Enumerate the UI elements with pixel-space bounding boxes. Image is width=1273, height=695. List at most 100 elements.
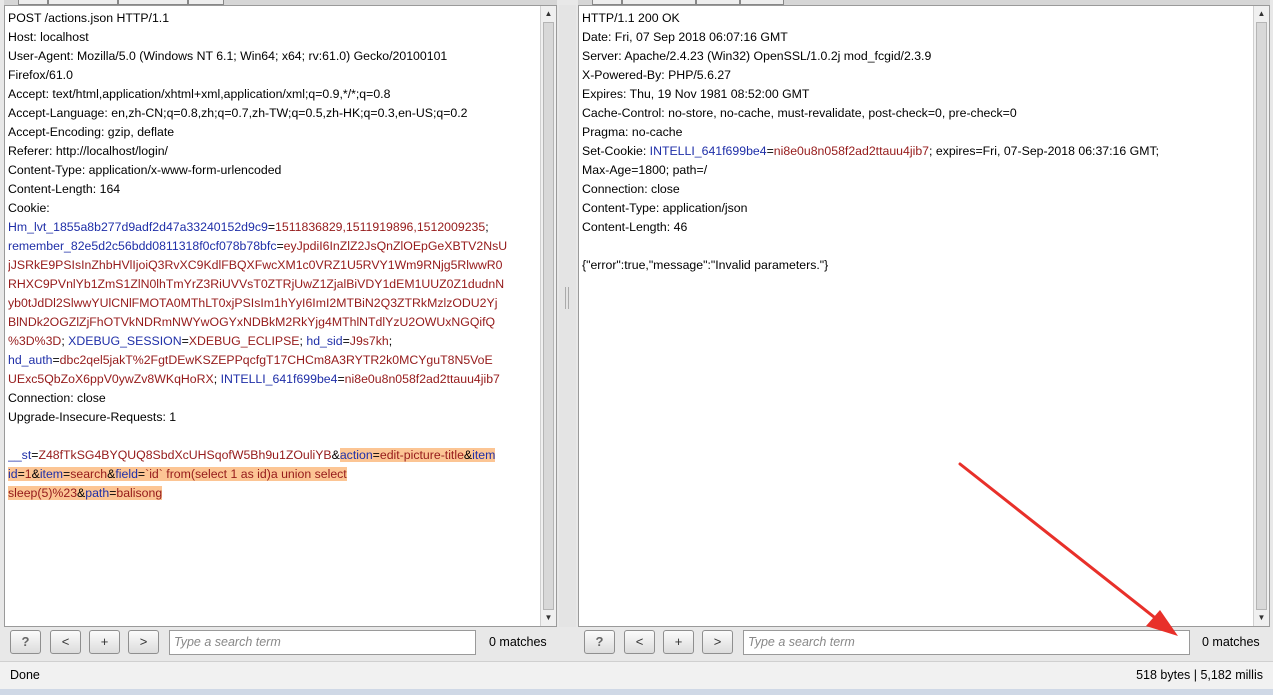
text-segment: Content-Type: application/x-www-form-url…	[8, 163, 282, 177]
request-line: POST /actions.json HTTP/1.1	[8, 9, 538, 28]
text-segment: Accept: text/html,application/xhtml+xml,…	[8, 87, 391, 101]
request-line: Accept-Encoding: gzip, deflate	[8, 123, 538, 142]
search-input[interactable]: Type a search term	[743, 630, 1190, 655]
param-value: sleep(5)%23	[8, 486, 78, 500]
request-line: Firefox/61.0	[8, 66, 538, 85]
text-segment: POST /actions.json HTTP/1.1	[8, 11, 170, 25]
text-segment: =	[372, 448, 380, 462]
help-button[interactable]: ?	[584, 630, 615, 654]
text-segment: =	[766, 144, 774, 158]
request-line: remember_82e5d2c56bdd0811318f0cf078b78bf…	[8, 237, 538, 256]
text-segment: =	[337, 372, 345, 386]
request-line: Connection: close	[8, 389, 538, 408]
request-line: %3D%3D; XDEBUG_SESSION=XDEBUG_ECLIPSE; h…	[8, 332, 538, 351]
request-line: sleep(5)%23&path=balisong	[8, 484, 538, 503]
window-bottom-edge	[0, 689, 1273, 695]
param-value: BlNDk2OGZlZjFhOTVkNDRmNWYwOGYxNDBkM2RkYj…	[8, 315, 496, 329]
param-value: jJSRkE9PSIsInZhbHVlIjoiQ3RvXC9KdlFBQXFwc…	[8, 258, 503, 272]
response-line: Cache-Control: no-store, no-cache, must-…	[582, 104, 1251, 123]
text-segment: HTTP/1.1 200 OK	[582, 11, 680, 25]
param-name: path	[85, 486, 110, 500]
text-segment: &	[463, 448, 473, 462]
response-scrollbar[interactable]: ▲ ▼	[1253, 6, 1269, 626]
request-line: User-Agent: Mozilla/5.0 (Windows NT 6.1;…	[8, 47, 538, 66]
scroll-down-icon[interactable]: ▼	[541, 611, 556, 625]
request-pane[interactable]: POST /actions.json HTTP/1.1 Host: localho…	[4, 5, 557, 627]
scroll-up-icon[interactable]: ▲	[541, 7, 556, 21]
match-count: 0 matches	[1202, 635, 1260, 649]
text-segment: {"error":true,"message":"Invalid paramet…	[582, 258, 829, 272]
request-line: Content-Type: application/x-www-form-url…	[8, 161, 538, 180]
param-name: Hm_lvt_1855a8b277d9adf2d47a33240152d9c9	[8, 220, 268, 234]
previous-match-button[interactable]: <	[624, 630, 655, 654]
response-line: Content-Type: application/json	[582, 199, 1251, 218]
text-segment: Content-Length: 164	[8, 182, 121, 196]
text-segment: =	[267, 220, 276, 234]
response-line: Connection: close	[582, 180, 1251, 199]
previous-match-button[interactable]: <	[50, 630, 81, 654]
scroll-down-icon[interactable]: ▼	[1254, 611, 1269, 625]
next-match-button[interactable]: >	[702, 630, 733, 654]
search-input[interactable]: Type a search term	[169, 630, 476, 655]
text-segment: ;	[213, 372, 221, 386]
param-value: 1	[24, 467, 32, 481]
status-text: Done	[10, 668, 40, 682]
text-segment: Server: Apache/2.4.23 (Win32) OpenSSL/1.…	[582, 49, 932, 63]
response-line: Pragma: no-cache	[582, 123, 1251, 142]
text-segment: Max-Age=1800; path=/	[582, 163, 708, 177]
request-line: hd_auth=dbc2qel5jakT%2FgtDEwKSZEPPqcfgT1…	[8, 351, 538, 370]
request-line: yb0tJdDl2SlwwYUlCNlFMOTA0MThLT0xjPSIsIm1…	[8, 294, 538, 313]
request-scrollbar[interactable]: ▲ ▼	[540, 6, 556, 626]
param-name: field	[115, 467, 138, 481]
param-name: INTELLI_641f699be4	[649, 144, 767, 158]
param-name: INTELLI_641f699be4	[220, 372, 338, 386]
param-name: item	[472, 448, 496, 462]
splitter-grip-icon[interactable]	[565, 287, 569, 309]
param-value: search	[70, 467, 108, 481]
param-value: ni8e0u8n058f2ad2ttauu4jib7	[773, 144, 930, 158]
scroll-thumb[interactable]	[543, 22, 554, 610]
text-segment: =	[276, 239, 284, 253]
text-segment: Pragma: no-cache	[582, 125, 683, 139]
response-size-timing: 518 bytes | 5,182 millis	[1136, 668, 1263, 682]
text-segment: Date: Fri, 07 Sep 2018 06:07:16 GMT	[582, 30, 788, 44]
request-line: BlNDk2OGZlZjFhOTVkNDRmNWYwOGYxNDBkM2RkYj…	[8, 313, 538, 332]
next-match-button[interactable]: >	[128, 630, 159, 654]
param-value: balisong	[116, 486, 163, 500]
text-segment: =	[52, 353, 60, 367]
text-segment: =	[17, 467, 25, 481]
text-segment: X-Powered-By: PHP/5.6.27	[582, 68, 731, 82]
param-value: XDEBUG_ECLIPSE	[188, 334, 300, 348]
add-button[interactable]: +	[663, 630, 694, 654]
add-button[interactable]: +	[89, 630, 120, 654]
response-line: Server: Apache/2.4.23 (Win32) OpenSSL/1.…	[582, 47, 1251, 66]
scroll-up-icon[interactable]: ▲	[1254, 7, 1269, 21]
request-editor[interactable]: POST /actions.json HTTP/1.1 Host: localho…	[8, 9, 538, 626]
response-line: {"error":true,"message":"Invalid paramet…	[582, 256, 1251, 275]
response-pane[interactable]: HTTP/1.1 200 OK Date: Fri, 07 Sep 2018 06…	[578, 5, 1270, 627]
param-value: UExc5QbZoX6ppV0ywZv8WKqHoRX	[8, 372, 214, 386]
param-name: hd_sid	[306, 334, 343, 348]
text-segment: User-Agent: Mozilla/5.0 (Windows NT 6.1;…	[8, 49, 448, 63]
help-button[interactable]: ?	[10, 630, 41, 654]
response-search-toolbar: ? < + > Type a search term 0 matches	[578, 627, 1270, 657]
param-name: id	[8, 467, 18, 481]
param-value: RHXC9PVnlYb1ZmS1ZlN0lhTmYrZ3RiUVVsT0ZTRj…	[8, 277, 505, 291]
response-line: Max-Age=1800; path=/	[582, 161, 1251, 180]
param-name: __st	[8, 448, 32, 462]
param-value: ni8e0u8n058f2ad2ttauu4jib7	[344, 372, 500, 386]
param-name: item	[39, 467, 64, 481]
text-segment: Accept-Encoding: gzip, deflate	[8, 125, 175, 139]
text-segment: Firefox/61.0	[8, 68, 73, 82]
status-bar: Done 518 bytes | 5,182 millis	[0, 661, 1273, 689]
text-segment: Content-Length: 46	[582, 220, 688, 234]
request-line: Upgrade-Insecure-Requests: 1	[8, 408, 538, 427]
text-segment: Cache-Control: no-store, no-cache, must-…	[582, 106, 1017, 120]
scroll-thumb[interactable]	[1256, 22, 1267, 610]
response-viewer[interactable]: HTTP/1.1 200 OK Date: Fri, 07 Sep 2018 06…	[582, 9, 1251, 626]
pane-splitter[interactable]	[559, 5, 576, 627]
request-line	[8, 427, 538, 446]
text-segment: Upgrade-Insecure-Requests: 1	[8, 410, 177, 424]
param-value: %3D%3D	[8, 334, 62, 348]
response-line: Expires: Thu, 19 Nov 1981 08:52:00 GMT	[582, 85, 1251, 104]
